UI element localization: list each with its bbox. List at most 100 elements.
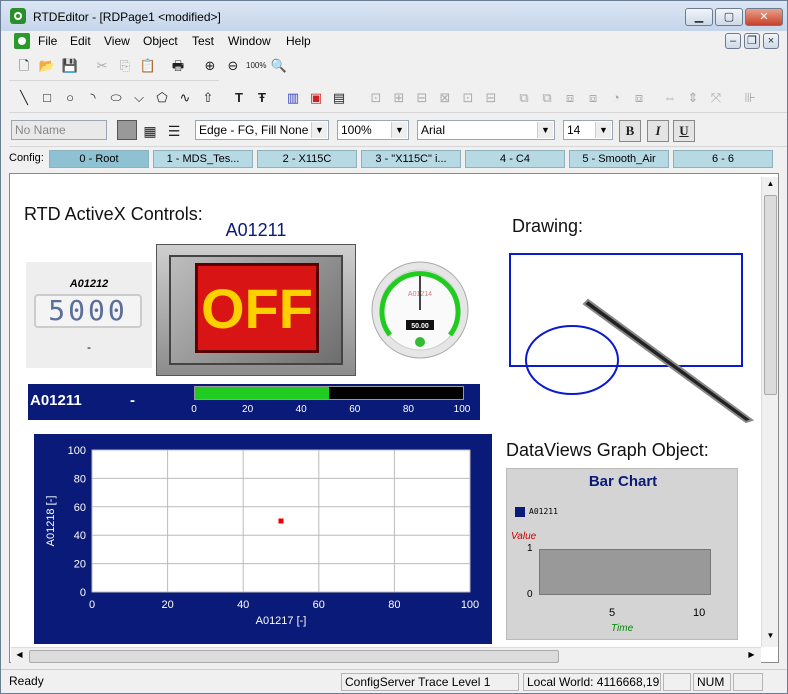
menu-object[interactable]: Object — [138, 33, 183, 49]
group-icon[interactable]: ⧉ — [513, 87, 535, 109]
scroll-up-icon[interactable]: ▲ — [764, 179, 777, 192]
gauge[interactable]: A01214 50.00 — [370, 260, 470, 360]
config-tab-2[interactable]: 2 - X115C — [257, 150, 357, 168]
cut-icon[interactable]: ✂ — [91, 55, 113, 77]
menu-file[interactable]: File — [33, 33, 62, 49]
copy-icon[interactable]: ⎘ — [114, 55, 136, 77]
drawing-polygon[interactable] — [582, 298, 755, 424]
minimize-button[interactable]: ▁ — [685, 8, 713, 26]
circle-tool-icon[interactable]: ○ — [59, 87, 81, 109]
scroll-down-icon[interactable]: ▼ — [764, 631, 777, 644]
drawing-title: Drawing: — [512, 216, 584, 236]
close-button[interactable]: ✕ — [745, 8, 783, 26]
zoom-select[interactable]: 100% ▼ — [337, 120, 409, 140]
same-width-icon[interactable]: ⇔ — [659, 87, 681, 109]
flip-icon[interactable]: ⧈ — [628, 87, 650, 109]
xy-plot-panel[interactable]: 0 0 20 20 40 40 60 60 80 80 100 100 A01217 [-] A01218… — [34, 434, 492, 644]
drawing-rectangle[interactable] — [509, 253, 743, 367]
bring-front-icon[interactable]: ⧈ — [559, 87, 581, 109]
mdi-restore-button[interactable]: ❐ — [744, 33, 760, 49]
align-top-icon[interactable]: ⊡ — [457, 87, 479, 109]
menu-help[interactable]: Help — [281, 33, 316, 49]
text-box-tool-icon[interactable]: Ŧ — [251, 87, 273, 109]
open-folder-icon[interactable]: 📂 — [36, 55, 58, 77]
print-icon[interactable]: 🖶 — [167, 55, 189, 77]
align-right-icon[interactable]: ⊠ — [434, 87, 456, 109]
zoom-out-icon[interactable]: ⊖ — [222, 55, 244, 77]
same-height-icon[interactable]: ⇕ — [682, 87, 704, 109]
zoom-100-icon[interactable]: 100% — [245, 55, 267, 77]
save-icon[interactable]: 💾 — [59, 55, 81, 77]
paste-icon[interactable]: 📋 — [137, 55, 159, 77]
drawing-canvas[interactable]: RTD ActiveX Controls: Drawing: DataViews… — [9, 173, 779, 663]
lcd-display[interactable]: A01212 5000 - — [26, 262, 152, 368]
plot-xtick: 60 — [313, 599, 325, 611]
mdi-minimize-button[interactable]: ‒ — [725, 33, 741, 49]
zoom-in-icon[interactable]: ⊕ — [199, 55, 221, 77]
status-empty — [663, 673, 691, 691]
drawing-ellipse[interactable] — [525, 325, 619, 395]
italic-button[interactable]: I — [647, 120, 669, 142]
title-bar[interactable]: RTDEditor - [RDPage1 <modified>] ▁ ▢ ✕ — [1, 1, 787, 31]
vertical-scroll-thumb[interactable] — [764, 195, 777, 395]
level-bar-panel[interactable]: A01211 - 0 20 40 60 80 100 — [28, 384, 480, 420]
distribute-icon[interactable]: ⊪ — [739, 87, 761, 109]
toggle-switch[interactable]: OFF — [156, 244, 356, 376]
ellipse-tool-icon[interactable]: ⬭ — [105, 87, 127, 109]
object-name-field[interactable]: No Name — [11, 120, 107, 140]
bar-xtick-5: 5 — [609, 607, 616, 619]
rectangle-tool-icon[interactable]: □ — [36, 87, 58, 109]
chevron-down-icon: ▼ — [311, 122, 327, 138]
line-width-icon[interactable]: ☰ — [163, 120, 185, 142]
text-tool-icon[interactable]: T — [228, 87, 250, 109]
config-tab-3[interactable]: 3 - "X115C" i... — [361, 150, 461, 168]
zoom-page-icon[interactable]: 🔍 — [268, 55, 290, 77]
config-tab-6[interactable]: 6 - 6 — [673, 150, 773, 168]
ungroup-icon[interactable]: ⧉ — [536, 87, 558, 109]
image-tool-icon[interactable]: ▤ — [328, 87, 350, 109]
mdi-close-button[interactable]: × — [763, 33, 779, 49]
font-value: Arial — [421, 123, 446, 137]
align-tool-icon[interactable]: ⊡ — [365, 87, 387, 109]
horizontal-scrollbar[interactable]: ◀ ▶ — [11, 647, 761, 664]
polyline-tool-icon[interactable]: ⌵ — [128, 87, 150, 109]
menu-window[interactable]: Window — [223, 33, 276, 49]
config-tab-5[interactable]: 5 - Smooth_Air — [569, 150, 669, 168]
config-tab-4[interactable]: 4 - C4 — [465, 150, 565, 168]
maximize-button[interactable]: ▢ — [715, 8, 743, 26]
edge-mode-select[interactable]: Edge - FG, Fill None ▼ — [195, 120, 329, 140]
same-size-icon[interactable]: ⤧ — [705, 87, 727, 109]
drawing-area[interactable] — [504, 248, 764, 428]
bold-button[interactable]: B — [619, 120, 641, 142]
font-select[interactable]: Arial ▼ — [417, 120, 555, 140]
polygon-tool-icon[interactable]: ⬠ — [151, 87, 173, 109]
scroll-left-icon[interactable]: ◀ — [13, 650, 26, 663]
underline-button[interactable]: U — [673, 120, 695, 142]
align-center-icon[interactable]: ⊞ — [388, 87, 410, 109]
control-tool-icon[interactable]: ▣ — [305, 87, 327, 109]
vertical-scrollbar[interactable]: ▲ ▼ — [761, 177, 778, 647]
freeform-tool-icon[interactable]: ⇧ — [197, 87, 219, 109]
scroll-right-icon[interactable]: ▶ — [745, 650, 758, 663]
font-size-select[interactable]: 14 ▼ — [563, 120, 613, 140]
bar-chart-panel[interactable]: Bar Chart A01211 Value 1 0 5 10 Time — [506, 468, 738, 640]
rotate-icon[interactable]: ◔ — [605, 87, 627, 109]
config-tab-0[interactable]: 0 - Root — [49, 150, 149, 168]
menu-view[interactable]: View — [99, 33, 135, 49]
horizontal-scroll-thumb[interactable] — [29, 650, 559, 663]
document-icon[interactable] — [13, 32, 31, 50]
line-tool-icon[interactable]: ╲ — [13, 87, 35, 109]
align-bottom-icon[interactable]: ⊟ — [480, 87, 502, 109]
menu-test[interactable]: Test — [187, 33, 219, 49]
new-file-icon[interactable]: 🗋 — [13, 55, 35, 77]
align-left-icon[interactable]: ⊟ — [411, 87, 433, 109]
config-tab-1[interactable]: 1 - MDS_Tes... — [153, 150, 253, 168]
curve-tool-icon[interactable]: ∿ — [174, 87, 196, 109]
fill-color-swatch[interactable] — [117, 120, 137, 140]
status-num: NUM — [693, 673, 731, 691]
send-back-icon[interactable]: ⧈ — [582, 87, 604, 109]
line-style-icon[interactable]: ▦ — [139, 120, 161, 142]
menu-edit[interactable]: Edit — [65, 33, 96, 49]
arc-tool-icon[interactable]: ◝ — [82, 87, 104, 109]
graph-tool-icon[interactable]: ▥ — [282, 87, 304, 109]
